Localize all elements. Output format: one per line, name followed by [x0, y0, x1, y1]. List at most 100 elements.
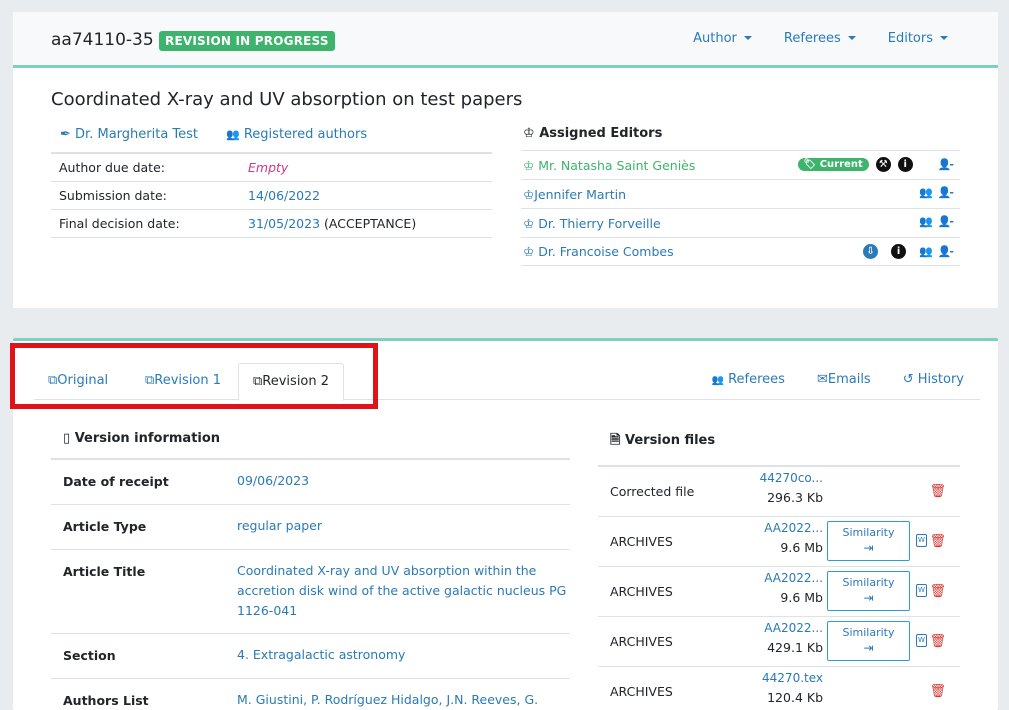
- date-value: 14/06/2022: [240, 180, 492, 209]
- page-title: Coordinated X-ray and UV absorption on t…: [51, 89, 523, 110]
- author-menu[interactable]: Author: [693, 31, 752, 46]
- file-link[interactable]: 44270.tex: [762, 671, 823, 685]
- file-size: 429.1 Kb: [767, 640, 823, 655]
- referees-menu[interactable]: Referees: [784, 31, 856, 46]
- crown-icon: ♔: [523, 126, 535, 141]
- editor-name[interactable]: ♔Jennifer Martin: [523, 187, 626, 202]
- wrench-icon[interactable]: ⚒: [875, 157, 891, 172]
- manuscript-id: aa74110-35: [51, 30, 154, 50]
- word-doc-icon[interactable]: W: [916, 534, 927, 547]
- manuscript-header: aa74110-35 REVISION IN PROGRESS Author R…: [13, 12, 998, 68]
- right-tabs: 👥 Referees ✉Emails ↺ History: [712, 372, 965, 387]
- date-label: Author due date:: [51, 152, 240, 181]
- word-doc-icon[interactable]: W: [916, 584, 927, 597]
- table-row: Article Type regular paper: [51, 505, 570, 550]
- tab-referees[interactable]: 👥 Referees: [712, 372, 785, 387]
- envelope-icon: ✉: [816, 372, 828, 387]
- file-link[interactable]: AA2022...: [764, 621, 823, 635]
- export-icon: ⇥: [863, 541, 874, 555]
- info-value: 4. Extragalactic astronomy: [237, 647, 406, 662]
- info-key: Article Title: [63, 564, 146, 579]
- tabs-highlight-box: [10, 343, 378, 409]
- trash-icon[interactable]: 🗑: [929, 634, 946, 649]
- info-key: Article Type: [63, 519, 147, 534]
- table-row: Final decision date: 31/05/2023 (ACCEPTA…: [51, 208, 492, 238]
- table-row: Article Title Coordinated X-ray and UV ab…: [51, 550, 570, 634]
- file-icon: 🗎: [610, 433, 621, 448]
- version-info-heading: ▯ Version information: [51, 431, 570, 460]
- dates-table: Author due date: Empty Submission date: …: [51, 152, 492, 238]
- trash-icon[interactable]: 🗑: [929, 584, 946, 599]
- similarity-button[interactable]: Similarity ⇥: [827, 621, 910, 661]
- file-size: 9.6 Mb: [780, 590, 823, 605]
- editor-row: ♔ Dr. Francoise Combes ⇩ i 👥 👤-: [521, 237, 960, 266]
- trash-icon[interactable]: 🗑: [929, 684, 946, 699]
- history-icon: ↺: [902, 372, 914, 387]
- feather-icon: ✒: [60, 127, 71, 142]
- document-icon: ▯: [63, 431, 71, 446]
- editor-row: ♔ Mr. Natasha Saint Geniès 🏷 Current ⚒ i…: [521, 150, 960, 179]
- file-type: Corrected file: [610, 484, 695, 499]
- editors-menu[interactable]: Editors: [888, 31, 948, 46]
- registered-authors-link[interactable]: 👥 Registered authors: [226, 127, 367, 142]
- version-files: 🗎 Version files Corrected file 44270co..…: [598, 431, 960, 710]
- file-link[interactable]: AA2022...: [764, 571, 823, 585]
- remove-user-icon[interactable]: 👤-: [938, 158, 954, 171]
- trash-icon[interactable]: 🗑: [929, 534, 946, 549]
- file-type: ARCHIVES: [610, 634, 673, 649]
- file-row: ARCHIVES AA2022... 429.1 Kb Similarity ⇥ …: [598, 617, 960, 667]
- remove-user-icon[interactable]: 👤-: [938, 215, 954, 228]
- author-link[interactable]: ✒ Dr. Margherita Test: [60, 127, 198, 142]
- version-information: ▯ Version information Date of receipt 09/…: [51, 431, 570, 710]
- pin-icon[interactable]: ⇩: [863, 244, 879, 259]
- similarity-button[interactable]: Similarity ⇥: [827, 571, 910, 611]
- tab-history[interactable]: ↺ History: [903, 372, 964, 387]
- editor-name[interactable]: ♔ Mr. Natasha Saint Geniès: [523, 158, 695, 173]
- manuscript-card: aa74110-35 REVISION IN PROGRESS Author R…: [13, 12, 998, 308]
- remove-user-icon[interactable]: 👤-: [938, 245, 954, 258]
- date-value: 31/05/2023 (ACCEPTANCE): [240, 208, 492, 238]
- file-row: ARCHIVES 44270.tex 120.4 Kb 🗑: [598, 667, 960, 710]
- tab-emails[interactable]: ✉Emails: [817, 372, 871, 387]
- remove-user-icon[interactable]: 👤-: [938, 186, 954, 199]
- version-files-heading: 🗎 Version files: [598, 431, 960, 467]
- chevron-down-icon: [940, 36, 948, 40]
- file-type: ARCHIVES: [610, 534, 673, 549]
- file-row: ARCHIVES AA2022... 9.6 Mb Similarity ⇥ W …: [598, 567, 960, 617]
- transfer-user-icon[interactable]: 👥: [919, 215, 933, 228]
- file-size: 9.6 Mb: [780, 540, 823, 555]
- editor-name[interactable]: ♔ Dr. Francoise Combes: [523, 244, 674, 259]
- info-value: regular paper: [237, 518, 323, 533]
- author-line: ✒ Dr. Margherita Test 👥 Registered autho…: [60, 127, 367, 142]
- transfer-user-icon[interactable]: 👥: [919, 245, 933, 258]
- file-size: 120.4 Kb: [767, 690, 823, 705]
- table-row: Submission date: 14/06/2022: [51, 180, 492, 209]
- file-link[interactable]: 44270co...: [760, 471, 823, 485]
- info-icon[interactable]: i: [891, 244, 907, 259]
- info-key: Authors List: [63, 693, 149, 708]
- file-link[interactable]: AA2022...: [764, 521, 823, 535]
- file-type: ARCHIVES: [610, 684, 673, 699]
- word-doc-icon[interactable]: W: [916, 634, 927, 647]
- table-row: Date of receipt 09/06/2023: [51, 460, 570, 505]
- chevron-down-icon: [743, 36, 752, 40]
- users-icon: 👥: [711, 375, 724, 386]
- info-key: Date of receipt: [63, 474, 169, 489]
- trash-icon[interactable]: 🗑: [929, 484, 946, 499]
- table-row: Section 4. Extragalactic astronomy: [51, 634, 570, 679]
- current-badge: 🏷 Current: [797, 158, 869, 171]
- file-row: ARCHIVES AA2022... 9.6 Mb Similarity ⇥ W …: [598, 517, 960, 567]
- info-value: 09/06/2023: [237, 473, 310, 488]
- editor-name[interactable]: ♔ Dr. Thierry Forveille: [523, 216, 661, 231]
- export-icon: ⇥: [863, 641, 874, 655]
- top-nav: Author Referees Editors: [693, 31, 948, 46]
- users-icon: 👥: [226, 128, 240, 141]
- file-row: Corrected file 44270co... 296.3 Kb 🗑: [598, 467, 960, 517]
- file-size: 296.3 Kb: [767, 490, 823, 505]
- transfer-user-icon[interactable]: 👥: [919, 186, 933, 199]
- info-icon[interactable]: i: [897, 157, 913, 172]
- similarity-button[interactable]: Similarity ⇥: [827, 521, 910, 561]
- export-icon: ⇥: [863, 591, 874, 605]
- info-key: Section: [63, 648, 116, 663]
- file-type: ARCHIVES: [610, 584, 673, 599]
